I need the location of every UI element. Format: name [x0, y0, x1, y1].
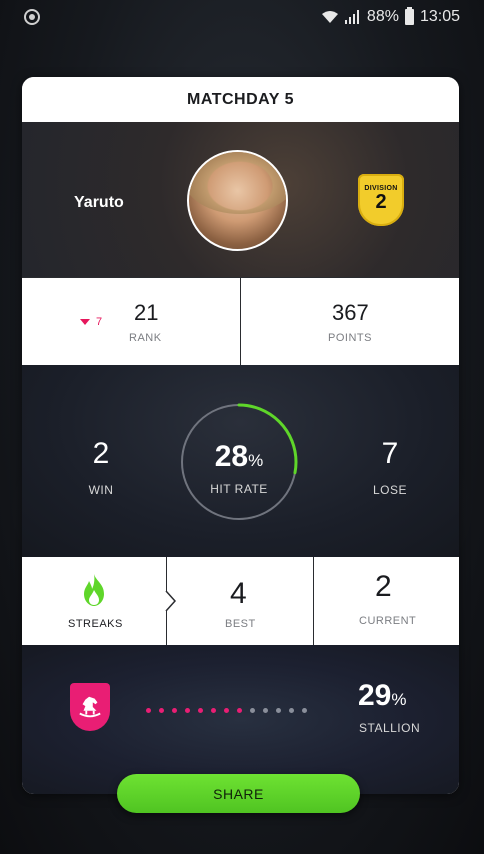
wifi-icon [321, 11, 338, 23]
rank-label: RANK [129, 332, 162, 344]
current-streak-cell: 2 CURRENT [314, 557, 459, 645]
stallion-unit: % [391, 690, 407, 709]
rank-value: 21 [134, 300, 159, 325]
best-streak-cell: 4 BEST [165, 557, 314, 645]
streaks-row: STREAKS 4 BEST 2 CURRENT [22, 557, 459, 645]
progress-dot [198, 708, 203, 713]
win-label: WIN [88, 483, 114, 497]
progress-dot [276, 708, 281, 713]
chevron-right-icon [165, 590, 177, 612]
current-streak-label: CURRENT [359, 615, 417, 627]
app-notification-icon [24, 9, 40, 25]
stallion-label: STALLION [359, 721, 421, 735]
progress-dot [159, 708, 164, 713]
signal-icon [344, 10, 359, 24]
win-stat: 2 WIN [61, 437, 141, 497]
stallion-badge[interactable] [70, 683, 110, 731]
rank-change: 7 [80, 316, 102, 328]
stallion-percent: 29% [358, 679, 407, 713]
hit-rate-stat: 28% HIT RATE [178, 440, 300, 496]
progress-dot [302, 708, 307, 713]
hit-rate-value: 28 [214, 440, 249, 473]
player-name: Yaruto [74, 194, 124, 211]
matchday-card: MATCHDAY 5 Yaruto DIVISION 2 7 21 RANK 3… [22, 77, 459, 794]
lose-stat: 7 LOSE [350, 437, 430, 497]
rank-change-value: 7 [96, 316, 103, 328]
best-streak-value: 4 [230, 577, 247, 610]
progress-dot [237, 708, 242, 713]
streaks-cell[interactable]: STREAKS [22, 557, 167, 645]
progress-dot [224, 708, 229, 713]
battery-icon [404, 7, 414, 25]
progress-dot [185, 708, 190, 713]
triangle-down-icon [80, 319, 90, 325]
avatar[interactable] [187, 150, 288, 251]
stallion-progress-dots [146, 708, 307, 713]
progress-dot [172, 708, 177, 713]
flame-icon [84, 574, 104, 606]
rank-points-row: 7 21 RANK 367 POINTS [22, 277, 459, 365]
points-cell: 367 POINTS [241, 277, 459, 365]
battery-percent: 88% [366, 8, 399, 25]
progress-dot [289, 708, 294, 713]
card-title: MATCHDAY 5 [22, 77, 459, 122]
hit-rate-label: HIT RATE [210, 482, 268, 496]
progress-dot [250, 708, 255, 713]
points-label: POINTS [328, 332, 372, 344]
share-button[interactable]: SHARE [117, 774, 360, 813]
progress-dot [211, 708, 216, 713]
clock: 13:05 [419, 8, 460, 25]
rank-cell: 7 21 RANK [22, 277, 241, 365]
hit-rate-unit: % [248, 451, 264, 470]
stallion-value: 29 [358, 679, 392, 712]
win-value: 2 [92, 437, 110, 470]
division-badge[interactable]: DIVISION 2 [358, 174, 404, 226]
progress-dot [263, 708, 268, 713]
streaks-label: STREAKS [68, 618, 123, 630]
progress-dot [146, 708, 151, 713]
division-number: 2 [375, 190, 387, 213]
lose-label: LOSE [372, 483, 407, 497]
points-value: 367 [332, 300, 369, 325]
profile-banner: Yaruto DIVISION 2 [22, 122, 459, 277]
rocking-horse-icon [79, 696, 101, 718]
best-streak-label: BEST [225, 618, 256, 630]
lose-value: 7 [381, 437, 399, 470]
results-panel: 2 WIN 28% HIT RATE 7 LOSE [22, 365, 459, 557]
current-streak-value: 2 [375, 570, 392, 603]
status-bar: 88% 13:05 [0, 0, 484, 34]
stallion-panel: 29% STALLION [22, 645, 459, 794]
